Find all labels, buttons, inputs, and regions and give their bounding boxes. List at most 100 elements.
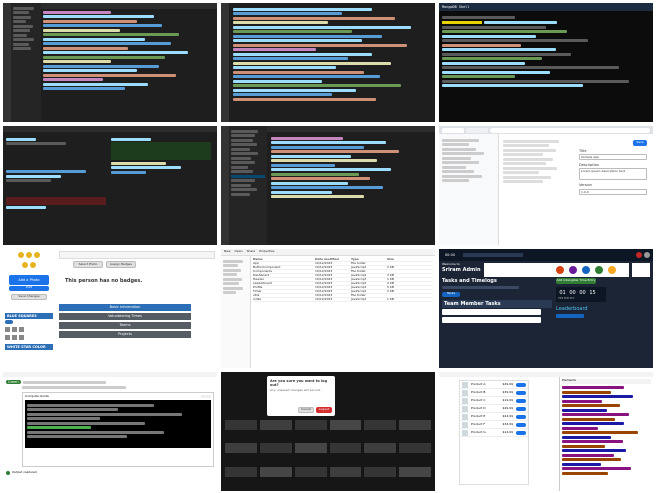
activity-bar[interactable] <box>3 3 11 122</box>
product-row[interactable]: Product A $29.99 <box>460 381 528 389</box>
activity-bar[interactable] <box>221 3 229 122</box>
code-editor[interactable] <box>43 9 213 118</box>
browser-tab[interactable] <box>442 127 464 133</box>
product-thumbnail <box>462 421 468 428</box>
save-changes-button[interactable]: Save Changes <box>11 293 47 300</box>
product-action-button[interactable] <box>516 406 526 411</box>
col-size[interactable]: Size <box>387 257 407 262</box>
assign-badges-button[interactable]: Assign Badges <box>106 261 136 268</box>
avatar[interactable] <box>644 252 650 258</box>
toolbar-new[interactable]: New <box>224 250 231 254</box>
selected-file[interactable] <box>231 174 265 178</box>
toggle-row[interactable] <box>5 319 53 324</box>
nav-pane[interactable] <box>221 256 251 368</box>
product-price: $49.99 <box>502 405 514 410</box>
product-row[interactable]: Product G $14.99 <box>460 429 528 437</box>
output-cell[interactable]: Compute Quota <box>22 391 214 468</box>
logout-button[interactable]: Logout <box>316 407 332 413</box>
description-input[interactable]: Lorem ipsum description text <box>579 168 647 181</box>
profile-main-column: Select Photo Assign Badges This person h… <box>59 251 215 340</box>
product-row[interactable]: Product F $34.99 <box>460 421 528 429</box>
product-thumbnail <box>462 397 468 404</box>
add-photo-button[interactable]: Add a Photo <box>9 274 49 285</box>
browser-form-window: Save Title Sample App Description Lorem … <box>439 126 653 245</box>
devtools-panel[interactable]: Elements <box>559 377 653 491</box>
file-meta: JavaScript <box>351 296 367 301</box>
product-action-button[interactable] <box>516 398 526 403</box>
profile-left-column: Add a Photo Edit Save Changes BLUE SQUAR… <box>5 251 53 350</box>
projects-button[interactable]: Projects <box>59 331 191 338</box>
cell-dropdown[interactable]: Compute Quota <box>25 394 49 399</box>
dialog-window: Are you sure you want to log out? Any un… <box>221 372 435 491</box>
product-row[interactable]: Product D $49.99 <box>460 405 528 413</box>
save-button[interactable]: Save <box>633 140 647 146</box>
dashboard-window: 00:00 Welcome to Sriram Admin Tasks and … <box>439 249 653 368</box>
product-price: $29.99 <box>502 381 514 386</box>
explorer-sidebar[interactable] <box>229 126 267 245</box>
teams-button[interactable]: Teams <box>59 322 191 329</box>
added-lines <box>111 142 211 160</box>
activity-bar[interactable] <box>221 126 229 245</box>
avatar[interactable] <box>581 265 591 275</box>
editor-tabs[interactable] <box>267 126 435 132</box>
user-name: Sriram Admin <box>442 266 481 273</box>
product-action-button[interactable] <box>516 414 526 419</box>
select-photo-button[interactable]: Select Photo <box>73 261 103 268</box>
product-row[interactable]: Product E $24.99 <box>460 413 528 421</box>
timer-extra: 15 <box>588 289 597 297</box>
product-action-button[interactable] <box>516 390 526 395</box>
cancel-button[interactable]: Cancel <box>298 407 314 413</box>
diff-right-pane[interactable] <box>111 136 211 175</box>
list-panel[interactable] <box>501 136 571 243</box>
toolbar-properties[interactable]: Properties <box>259 250 274 254</box>
browser-tab[interactable] <box>466 127 488 133</box>
diff-left-pane[interactable] <box>6 136 106 211</box>
title-input[interactable]: Sample App <box>579 154 647 161</box>
product-action-button[interactable] <box>516 422 526 427</box>
file-list: Name Date modified Type Size App 10/12/20… <box>253 257 433 302</box>
product-thumbnail <box>462 429 468 436</box>
timer-seconds: 00 <box>578 289 587 297</box>
devtools-tabs[interactable]: Elements <box>562 378 651 384</box>
toggle-switch[interactable] <box>5 319 13 324</box>
console-output <box>25 400 211 449</box>
browser-tabstrip[interactable] <box>439 126 653 134</box>
product-action-button[interactable] <box>516 430 526 435</box>
toolbar-share[interactable]: Share <box>247 250 256 254</box>
product-thumbnail <box>462 381 468 388</box>
product-action-button[interactable] <box>516 382 526 387</box>
elements-tab[interactable]: Elements <box>562 378 576 382</box>
code-editor[interactable] <box>271 135 431 241</box>
version-input[interactable]: 1.0.0 <box>579 188 647 195</box>
address-bar[interactable] <box>490 127 650 133</box>
terminal-title: MongoDB Shell <box>442 4 470 9</box>
diff-tabbar[interactable] <box>3 126 217 132</box>
product-row[interactable]: Product C $19.99 <box>460 397 528 405</box>
avatar[interactable] <box>607 265 617 275</box>
product-thumbnail <box>462 405 468 412</box>
basic-information-button[interactable]: Basic Information <box>59 304 191 311</box>
product-name: Product C <box>471 397 486 402</box>
volunteering-times-button[interactable]: Volunteering Times <box>59 313 191 320</box>
highlighted-output <box>442 20 482 24</box>
leaderboard-heading: Leaderboard <box>556 306 588 312</box>
product-row[interactable]: Product B $39.99 <box>460 389 528 397</box>
explorer-sidebar[interactable] <box>11 3 41 122</box>
code-editor[interactable] <box>233 6 431 118</box>
file-meta: 2 KB <box>387 288 394 293</box>
confirm-dialog: Are you sure you want to log out? Any un… <box>267 376 335 416</box>
nav-timer[interactable]: 00:00 <box>442 251 458 259</box>
add-intangible-time-button[interactable]: Add Intangible Time Entry <box>556 278 596 284</box>
team-tasks-heading: Team Member Tasks <box>442 299 552 308</box>
file-row[interactable]: index 10/12/2023 JavaScript 1 KB <box>253 296 433 302</box>
avatar[interactable] <box>555 265 565 275</box>
avatar[interactable] <box>568 265 578 275</box>
toolbar-open[interactable]: Open <box>235 250 243 254</box>
product-price: $14.99 <box>502 429 514 434</box>
avatar[interactable] <box>594 265 604 275</box>
notification-icon[interactable] <box>636 252 642 258</box>
left-panel <box>439 134 499 245</box>
dialog-text: Any unsaved changes will be lost. <box>270 388 321 393</box>
edit-button[interactable]: Edit <box>9 285 49 291</box>
terminal-output[interactable] <box>439 11 653 92</box>
